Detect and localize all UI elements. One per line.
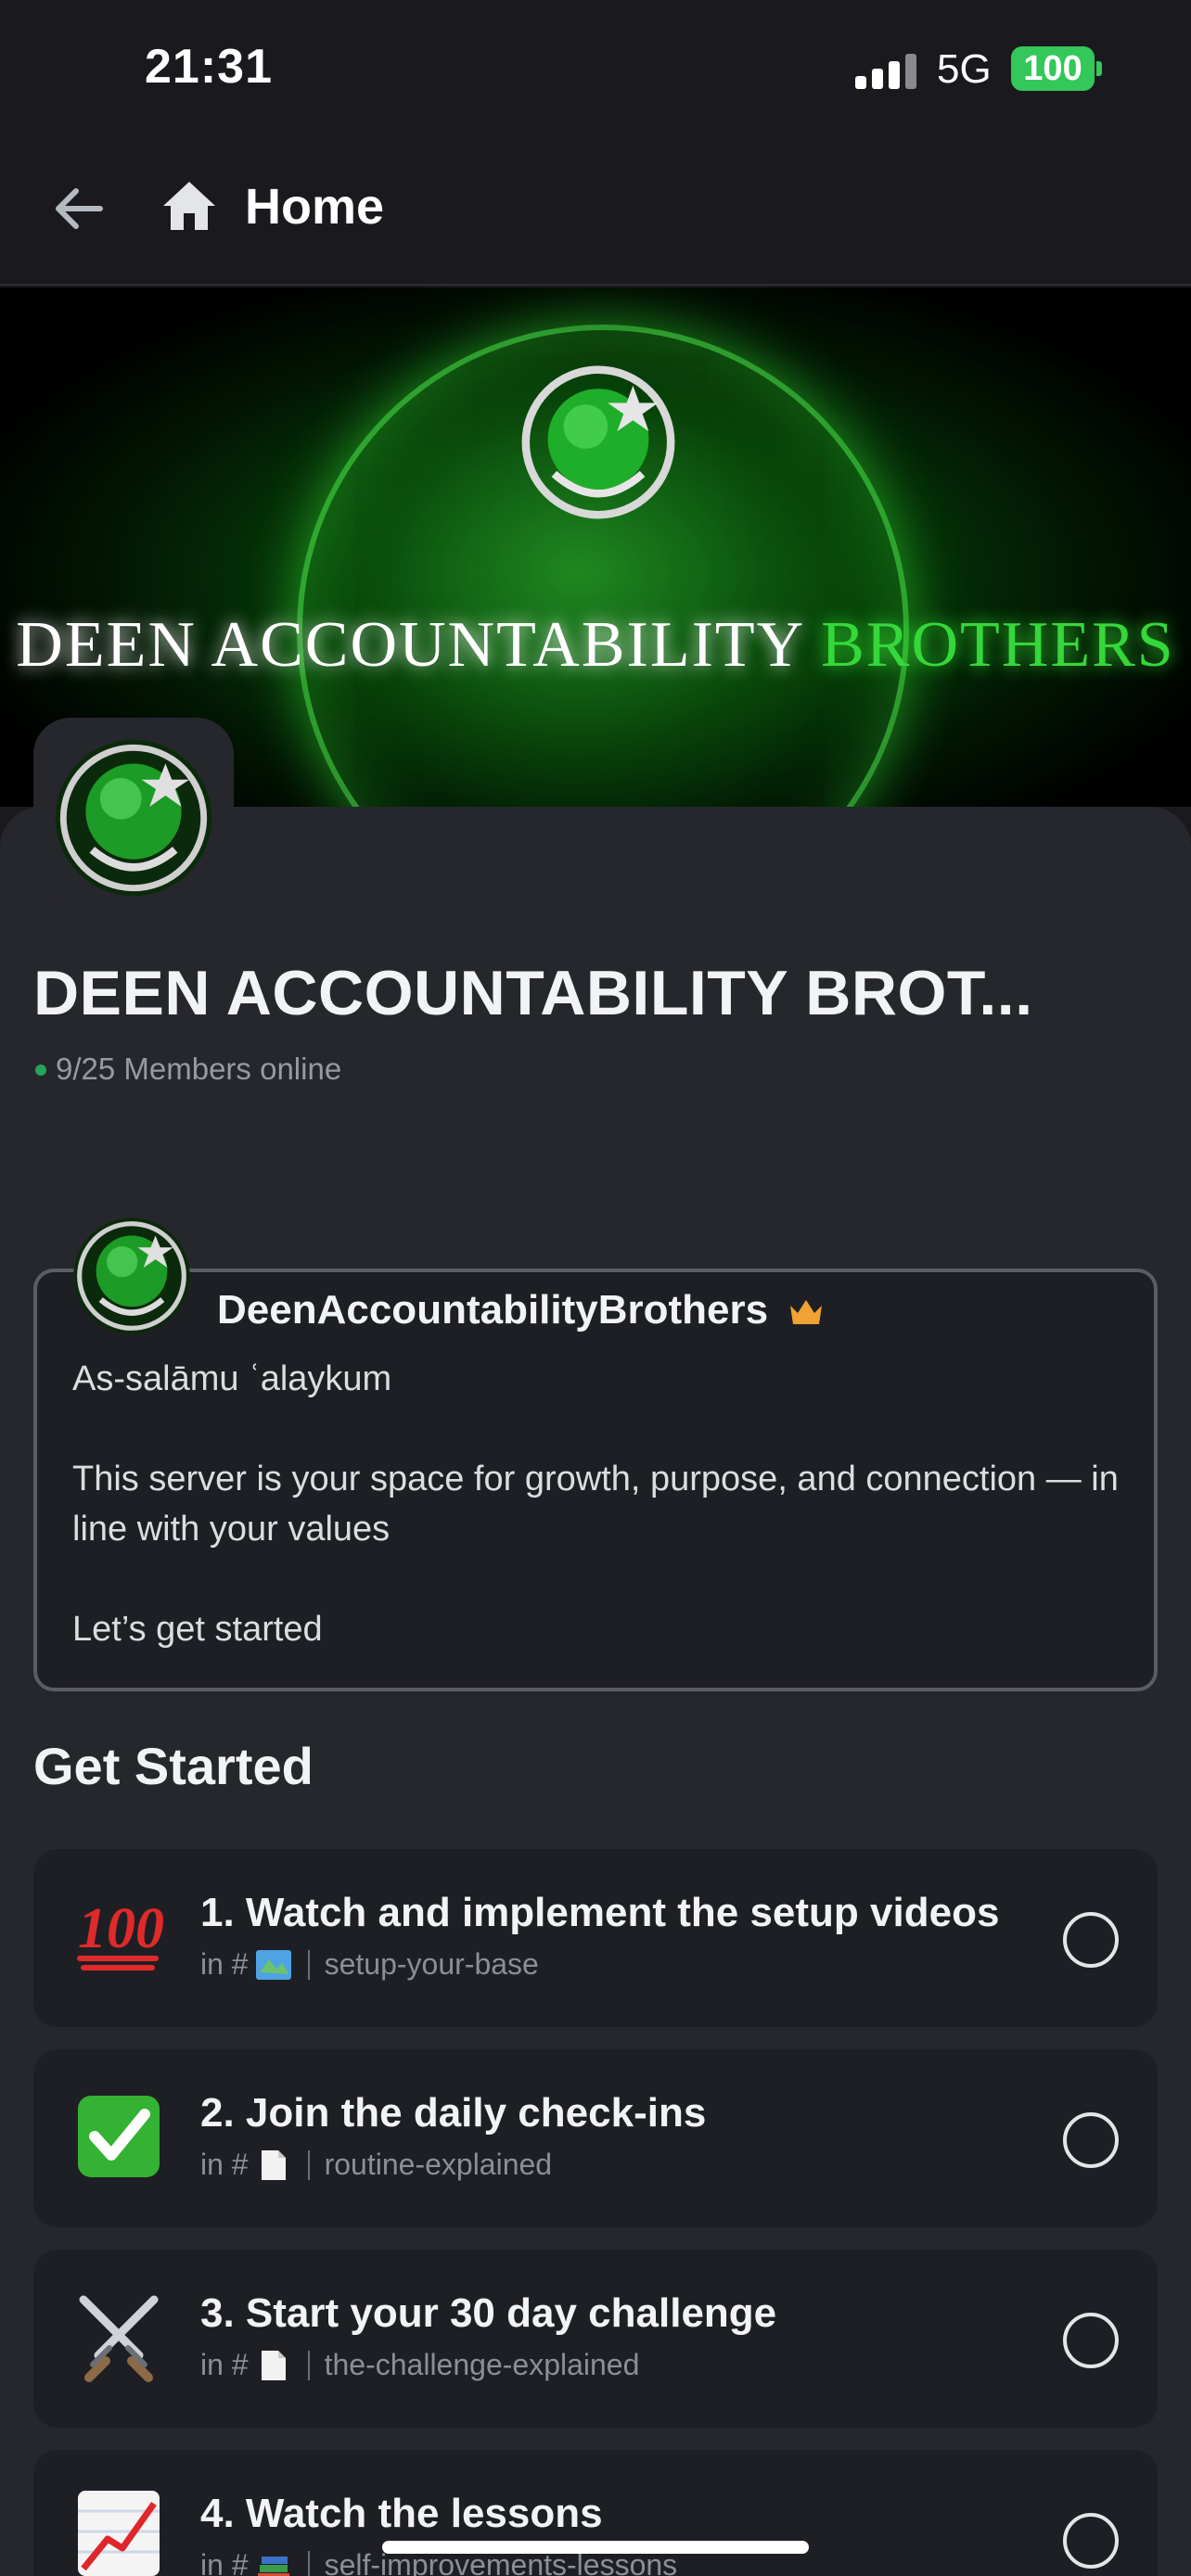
task-item[interactable]: 4. Watch the lessons in # self-improveme… (33, 2450, 1158, 2576)
task-channel[interactable]: in # routine-explained (200, 2148, 552, 2182)
crown-icon (790, 1300, 822, 1324)
welcome-paragraph: This server is your space for growth, pu… (72, 1460, 1119, 1549)
chart-up-icon (78, 2491, 160, 2576)
task-item[interactable]: 100 1. Watch and implement the setup vid… (33, 1849, 1158, 2027)
page-icon (261, 2350, 286, 2380)
books-icon (257, 2556, 289, 2576)
channel-name: routine-explained (324, 2148, 553, 2181)
banner-title-green: BROTHERS (821, 609, 1175, 681)
task-title: 3. Start your 30 day challenge (200, 2290, 777, 2336)
channel-prefix: in # (200, 2348, 249, 2381)
crescent-star-emblem-icon (521, 365, 675, 519)
task-checkbox[interactable] (1063, 1912, 1119, 1968)
task-checkbox[interactable] (1063, 2313, 1119, 2368)
welcome-greeting: As-salāmu ʿalaykum (72, 1359, 392, 1398)
channel-name: setup-your-base (324, 1947, 539, 1981)
channel-name: the-challenge-explained (324, 2348, 640, 2381)
task-item[interactable]: 2. Join the daily check-ins in # routine… (33, 2049, 1158, 2227)
task-item[interactable]: 3. Start your 30 day challenge in # the-… (33, 2250, 1158, 2428)
map-icon (255, 1949, 291, 1980)
server-avatar[interactable] (54, 738, 213, 898)
status-bar: 21:31 5G 100 (0, 0, 1191, 139)
banner-title-white: DEEN ACCOUNTABILITY (16, 609, 803, 681)
task-channel[interactable]: in # the-challenge-explained (200, 2348, 639, 2382)
get-started-heading: Get Started (33, 1737, 314, 1795)
online-status-dot (35, 1065, 46, 1076)
server-name: DEEN ACCOUNTABILITY BROT... (33, 958, 1033, 1028)
channel-prefix: in # (200, 2148, 249, 2181)
battery-icon: 100 (1011, 46, 1095, 91)
channel-prefix: in # (200, 1947, 249, 1981)
task-title: 1. Watch and implement the setup videos (200, 1890, 1000, 1935)
page-icon (261, 2149, 286, 2180)
channel-prefix: in # (200, 2548, 249, 2576)
home-indicator[interactable] (382, 2541, 809, 2554)
arrow-left-icon[interactable] (48, 178, 109, 239)
task-channel[interactable]: in # setup-your-base (200, 1947, 539, 1982)
check-mark-icon (78, 2096, 160, 2177)
task-checkbox[interactable] (1063, 2513, 1119, 2569)
task-title: 2. Join the daily check-ins (200, 2090, 707, 2136)
author-avatar (73, 1218, 190, 1334)
page-title: Home (245, 179, 385, 235)
welcome-body: As-salāmu ʿalaykum This server is your s… (72, 1354, 1139, 1654)
battery-tip (1096, 61, 1102, 76)
banner-title: DEEN ACCOUNTABILITY BROTHERS (0, 608, 1191, 682)
nav-header: Home (0, 139, 1191, 286)
home-icon (163, 182, 215, 230)
hundred-points-icon: 100 (77, 1897, 163, 1970)
crossed-swords-icon (79, 2295, 159, 2382)
svg-text:100: 100 (78, 1897, 163, 1960)
battery-level: 100 (1023, 48, 1082, 88)
welcome-author-name: DeenAccountabilityBrothers (217, 1287, 769, 1333)
task-title: 4. Watch the lessons (200, 2491, 603, 2536)
members-online: 9/25 Members online (56, 1052, 342, 1086)
signal-icon (855, 52, 916, 89)
welcome-closing: Let’s get started (72, 1610, 323, 1649)
task-checkbox[interactable] (1063, 2112, 1119, 2168)
network-type: 5G (937, 46, 992, 92)
status-time: 21:31 (145, 40, 273, 94)
